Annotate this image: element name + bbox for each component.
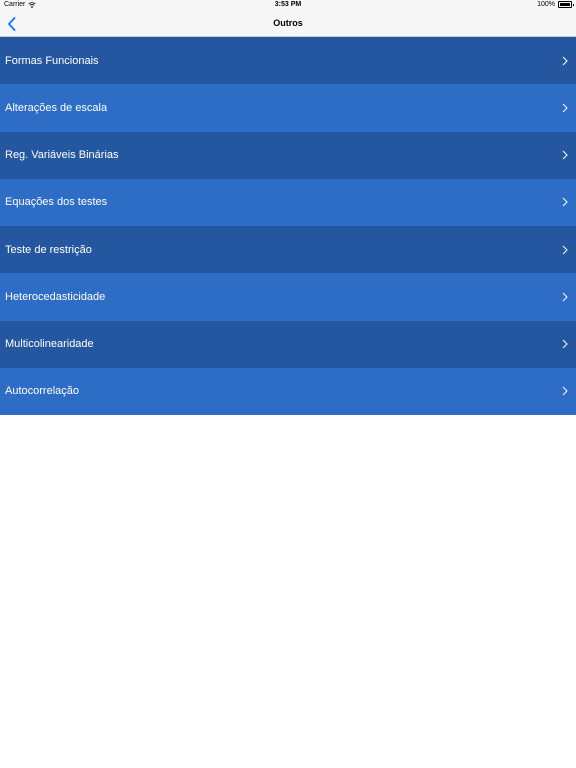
chevron-right-icon [562,339,568,349]
chevron-right-icon [562,198,568,207]
chevron-right-icon [562,387,568,396]
battery-icon [558,1,574,8]
status-bar: Carrier 3:53 PM 100% [0,0,576,12]
menu-item-teste-de-restricao[interactable]: Teste de restrição [0,226,576,274]
chevron-right-icon [562,245,568,254]
navigation-bar: Outros [0,12,576,37]
menu-item-label: Formas Funcionais [5,54,99,67]
menu-item-equacoes-dos-testes[interactable]: Equações dos testes [0,178,576,226]
menu-item-label: Autocorrelação [5,385,79,398]
menu-item-alteracoes-de-escala[interactable]: Alterações de escala [0,84,576,132]
battery-percent: 100% [537,1,555,8]
menu-list: Formas Funcionais Alterações de escala R… [0,37,576,415]
chevron-right-icon [562,56,568,65]
menu-item-label: Heterocedasticidade [5,290,106,303]
status-time: 3:53 PM [274,1,302,8]
menu-item-reg-variaveis-binarias[interactable]: Reg. Variáveis Binárias [0,131,576,179]
menu-item-label: Multicolinearidade [5,338,94,351]
menu-item-multicolinearidade[interactable]: Multicolinearidade [0,320,576,368]
menu-item-formas-funcionais[interactable]: Formas Funcionais [0,37,576,85]
menu-item-label: Reg. Variáveis Binárias [5,149,119,162]
menu-item-autocorrelacao[interactable]: Autocorrelação [0,367,576,415]
chevron-right-icon [562,150,568,160]
menu-item-label: Alterações de escala [5,101,108,114]
chevron-right-icon [562,103,568,113]
chevron-right-icon [562,292,568,302]
page-title: Outros [273,18,303,28]
menu-item-label: Equações dos testes [5,196,108,209]
status-right: 100% [537,1,574,8]
menu-item-heterocedasticidade[interactable]: Heterocedasticidade [0,273,576,321]
menu-item-label: Teste de restrição [5,243,92,256]
